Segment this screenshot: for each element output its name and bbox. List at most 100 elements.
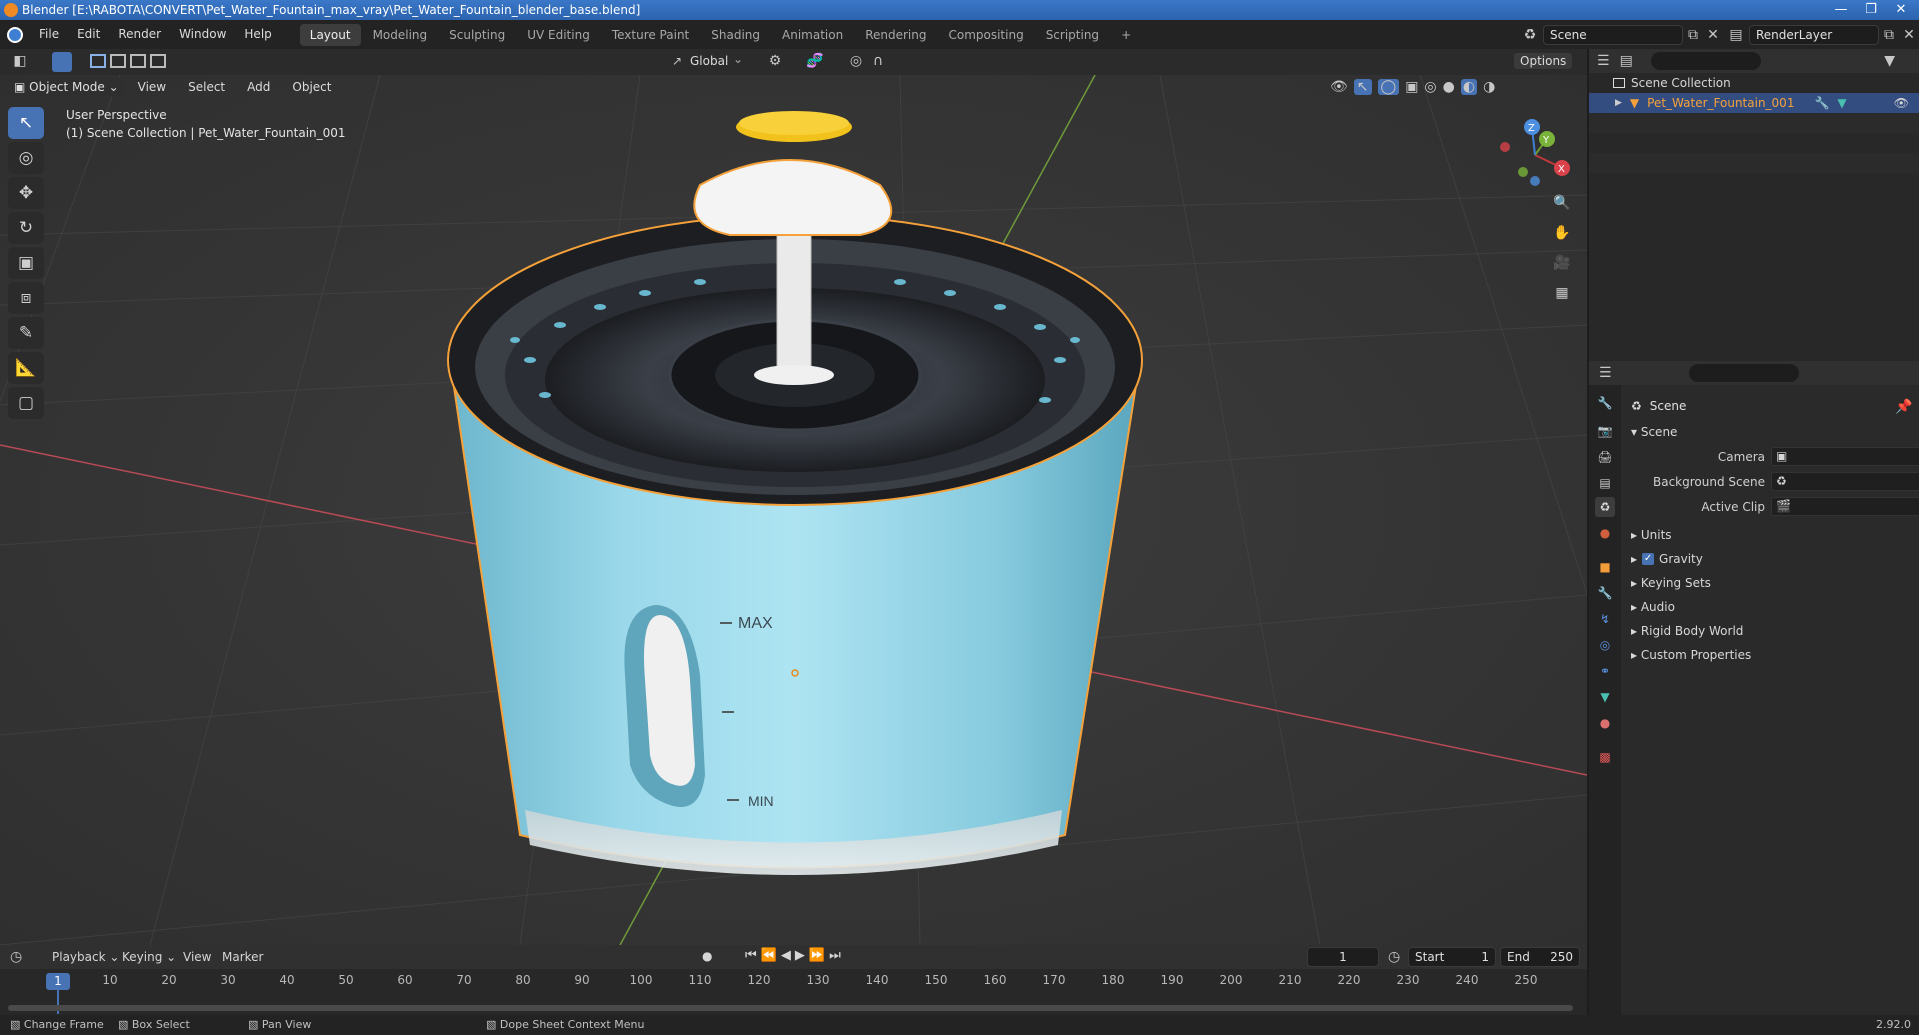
playhead-frame[interactable]: 1 xyxy=(46,973,70,990)
tab-rendering[interactable]: Rendering xyxy=(855,24,936,46)
navigation-gizmo[interactable]: X Y Z xyxy=(1490,115,1580,195)
wireframe-shading-icon[interactable]: ◎ xyxy=(1424,79,1436,95)
scale-tool-icon[interactable]: ▣ xyxy=(8,247,44,279)
tab-animation[interactable]: Animation xyxy=(772,24,853,46)
move-tool-icon[interactable]: ✥ xyxy=(8,177,44,209)
rigid-body-world-panel[interactable]: ▸ Rigid Body World xyxy=(1631,624,1743,638)
selection-mode-icons[interactable] xyxy=(90,54,182,70)
renderlayer-browse-icon[interactable]: ▤ xyxy=(1723,27,1749,43)
minimize-icon[interactable]: — xyxy=(1827,0,1855,20)
record-icon[interactable]: ● xyxy=(702,949,712,963)
outliner-row-scene-collection[interactable]: Scene Collection xyxy=(1589,73,1919,93)
menu-file[interactable]: File xyxy=(30,20,68,49)
tab-compositing[interactable]: Compositing xyxy=(938,24,1033,46)
close-icon[interactable]: ✕ xyxy=(1887,0,1915,20)
pin-icon[interactable]: 📌 xyxy=(1895,399,1912,415)
scene-panel-header[interactable]: ▾ Scene xyxy=(1631,425,1677,439)
material-shading-icon[interactable]: ◐ xyxy=(1460,79,1478,95)
select-tool-icon[interactable] xyxy=(52,52,72,72)
menu-edit[interactable]: Edit xyxy=(68,20,109,49)
background-scene-field[interactable]: ♻ xyxy=(1771,472,1919,491)
tab-uv-editing[interactable]: UV Editing xyxy=(517,24,600,46)
playback-controls[interactable]: ⏮⏪◀▶⏩⏭ xyxy=(745,948,845,963)
cursor-tool-icon[interactable]: ◎ xyxy=(8,142,44,174)
visibility-icon[interactable]: 👁 xyxy=(1330,79,1348,95)
delete-layer-icon[interactable]: ✕ xyxy=(1899,27,1919,43)
add-cube-tool-icon[interactable]: ▢ xyxy=(8,387,44,419)
options-button[interactable]: Options xyxy=(1514,53,1573,69)
menu-help[interactable]: Help xyxy=(235,20,280,49)
eye-visibility-icon[interactable]: 👁 xyxy=(1894,96,1909,110)
audio-panel[interactable]: ▸ Audio xyxy=(1631,600,1675,614)
tab-scripting[interactable]: Scripting xyxy=(1036,24,1109,46)
new-layer-icon[interactable]: ⧉ xyxy=(1879,27,1899,43)
menu-render[interactable]: Render xyxy=(109,20,170,49)
expand-arrow-icon[interactable]: ▶ xyxy=(1615,98,1622,108)
xray-icon[interactable]: ▣ xyxy=(1405,79,1418,95)
snap-icon[interactable]: 🧬 xyxy=(790,53,840,69)
tool-tab-icon[interactable]: 🔧 xyxy=(1595,393,1615,413)
outliner-row-object[interactable]: ▶ ▼ Pet_Water_Fountain_001 🔧 ▼ 👁 xyxy=(1589,93,1919,113)
view-layer-tab-icon[interactable]: ▤ xyxy=(1595,473,1615,493)
overlays-icon[interactable]: ◯ xyxy=(1377,79,1400,95)
camera-field[interactable]: ▣🖌 xyxy=(1771,447,1919,466)
renderlayer-field[interactable]: RenderLayer xyxy=(1749,24,1879,45)
maximize-icon[interactable]: ❐ xyxy=(1857,0,1885,20)
data-tab-icon[interactable]: ▼ xyxy=(1595,687,1615,707)
outliner-type-icon[interactable]: ☰ xyxy=(1597,53,1610,69)
rotate-tool-icon[interactable]: ↻ xyxy=(8,212,44,244)
timeline-type-icon[interactable]: ◷ xyxy=(10,949,22,965)
end-frame-field[interactable]: End 250 xyxy=(1500,947,1580,967)
start-frame-field[interactable]: Start 1 xyxy=(1408,947,1496,967)
physics-tab-icon[interactable]: ◎ xyxy=(1595,635,1615,655)
pivot-point-icon[interactable]: ⚙ xyxy=(758,53,792,69)
object-mode-dropdown[interactable]: ▣ Object Mode ⌄ xyxy=(8,78,125,96)
modifier-tab-icon[interactable]: 🔧 xyxy=(1595,583,1615,603)
display-mode-icon[interactable]: ▤ xyxy=(1620,53,1633,69)
keying-sets-panel[interactable]: ▸ Keying Sets xyxy=(1631,576,1711,590)
3d-viewport[interactable]: MAX MIN User Perspective (1) Scene Colle… xyxy=(0,75,1587,945)
output-tab-icon[interactable]: 🖨 xyxy=(1595,447,1615,467)
current-frame-field[interactable]: 1 xyxy=(1307,947,1379,967)
proportional-edit-icon[interactable]: ◎ xyxy=(846,53,866,69)
pan-hand-icon[interactable]: ✋ xyxy=(1550,225,1574,241)
delete-scene-icon[interactable]: ✕ xyxy=(1703,27,1723,43)
transform-tool-icon[interactable]: ⧈ xyxy=(8,282,44,314)
menu-object[interactable]: Object xyxy=(283,78,340,96)
tab-texture-paint[interactable]: Texture Paint xyxy=(602,24,699,46)
new-scene-icon[interactable]: ⧉ xyxy=(1683,27,1703,43)
menu-view[interactable]: View xyxy=(129,78,175,96)
tab-sculpting[interactable]: Sculpting xyxy=(439,24,515,46)
tab-modeling[interactable]: Modeling xyxy=(363,24,438,46)
outliner-search-input[interactable] xyxy=(1650,52,1761,70)
scene-browse-icon[interactable]: ♻ xyxy=(1517,27,1543,43)
zoom-icon[interactable]: 🔍 xyxy=(1550,195,1574,211)
tab-layout[interactable]: Layout xyxy=(299,23,361,46)
menu-window[interactable]: Window xyxy=(170,20,235,49)
active-clip-field[interactable]: 🎬 xyxy=(1771,497,1919,516)
editor-type-icon[interactable]: ◧ xyxy=(8,53,32,69)
select-box-tool-icon[interactable]: ↖ xyxy=(8,107,44,139)
units-panel[interactable]: ▸ Units xyxy=(1631,528,1672,542)
timeline-view-menu[interactable]: View xyxy=(183,950,211,964)
particles-tab-icon[interactable]: ↯ xyxy=(1595,609,1615,629)
measure-tool-icon[interactable]: 📐 xyxy=(8,352,44,384)
properties-search-input[interactable] xyxy=(1689,364,1799,382)
add-workspace-icon[interactable]: + xyxy=(1111,24,1141,46)
blender-menu-icon[interactable] xyxy=(0,20,30,49)
keying-menu[interactable]: Keying ⌄ xyxy=(122,950,176,964)
scene-field[interactable]: Scene xyxy=(1543,24,1683,45)
scene-tab-icon[interactable]: ♻ xyxy=(1595,497,1615,517)
gravity-checkbox[interactable]: ✓ xyxy=(1642,553,1655,565)
texture-tab-icon[interactable]: ▩ xyxy=(1595,747,1615,767)
constraints-tab-icon[interactable]: ⚭ xyxy=(1595,661,1615,681)
material-tab-icon[interactable]: ● xyxy=(1595,713,1615,733)
annotate-tool-icon[interactable]: ✎ xyxy=(8,317,44,349)
object-tab-icon[interactable]: ■ xyxy=(1595,557,1615,577)
ortho-toggle-icon[interactable]: ▦ xyxy=(1550,285,1574,301)
gravity-panel[interactable]: ▸ ✓ Gravity xyxy=(1631,552,1703,566)
tab-shading[interactable]: Shading xyxy=(701,24,770,46)
frame-ruler[interactable]: 10 20 30 40 50 60 70 80 90 100 110 120 130 140 150 160 1… xyxy=(0,969,1587,993)
timeline-scrollbar[interactable] xyxy=(8,1005,1573,1011)
custom-properties-panel[interactable]: ▸ Custom Properties xyxy=(1631,648,1751,662)
